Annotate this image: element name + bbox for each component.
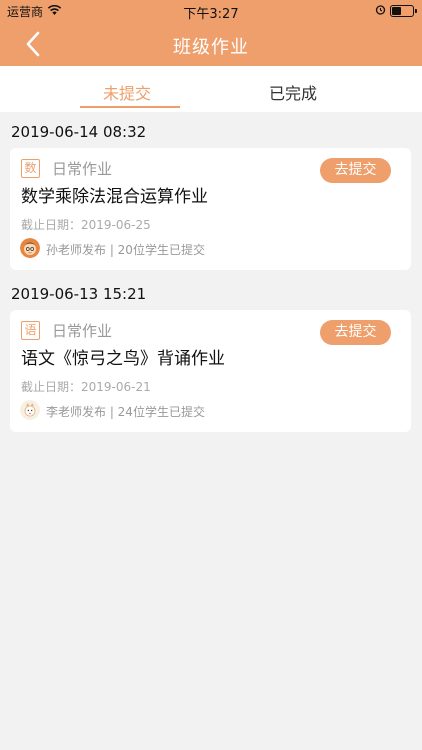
status-bar: 运营商 下午3:27	[0, 0, 422, 22]
battery-icon	[390, 5, 417, 17]
tab-completed[interactable]: 已完成	[269, 80, 317, 104]
homework-card[interactable]: 语 日常作业 去提交 语文《惊弓之鸟》背诵作业 截止日期：2019-06-21 …	[10, 310, 411, 432]
battery-level	[392, 7, 401, 15]
teacher-avatar-icon	[20, 238, 40, 258]
deadline-text: 截止日期：2019-06-25	[21, 218, 151, 232]
publisher-info: 李老师发布 | 24位学生已提交	[46, 405, 205, 419]
nav-bar: 班级作业	[0, 22, 422, 66]
homework-type: 日常作业	[52, 322, 113, 340]
deadline-text: 截止日期：2019-06-21	[21, 380, 151, 394]
homework-type: 日常作业	[52, 160, 113, 178]
submit-button[interactable]: 去提交	[320, 158, 391, 183]
subject-badge: 数	[21, 159, 40, 178]
homework-card[interactable]: 数 日常作业 去提交 数学乘除法混合运算作业 截止日期：2019-06-25 孙…	[10, 148, 411, 270]
subject-badge: 语	[21, 321, 40, 340]
alarm-icon	[375, 4, 386, 18]
tab-bar: 未提交 已完成	[0, 66, 422, 112]
teacher-avatar-icon	[20, 400, 40, 420]
date-heading: 2019-06-13 15:21	[11, 285, 147, 303]
page-title: 班级作业	[173, 37, 249, 58]
publisher-info: 孙老师发布 | 20位学生已提交	[46, 243, 205, 257]
status-time: 下午3:27	[183, 7, 239, 22]
homework-title: 数学乘除法混合运算作业	[21, 187, 208, 207]
date-heading: 2019-06-14 08:32	[11, 123, 147, 141]
homework-title: 语文《惊弓之鸟》背诵作业	[21, 349, 225, 369]
submit-button[interactable]: 去提交	[320, 320, 391, 345]
status-right	[375, 4, 417, 18]
active-tab-indicator	[80, 106, 180, 108]
tab-unsubmitted[interactable]: 未提交	[103, 80, 151, 104]
